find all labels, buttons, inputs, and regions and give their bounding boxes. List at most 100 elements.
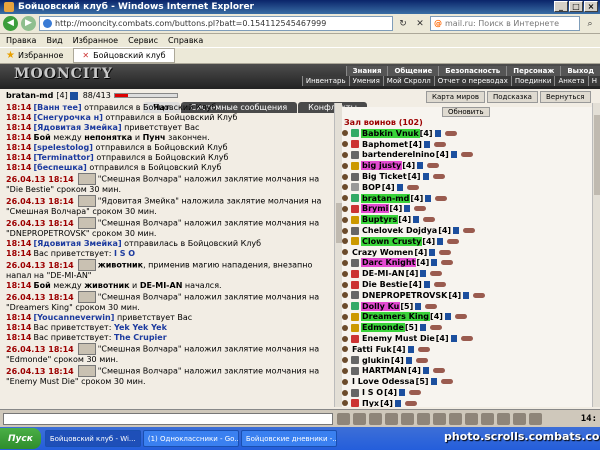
private-chat-icon[interactable] [342,324,348,331]
filter-icon[interactable] [385,412,398,425]
start-button[interactable]: Пуск [0,428,41,449]
private-chat-icon[interactable] [342,292,348,299]
chat-time[interactable]: 18:14 [6,103,31,112]
private-chat-icon[interactable] [342,141,348,148]
chat-nick[interactable]: [Ядовитая Змейка] [33,123,121,132]
user-name[interactable]: Big Ticket [361,172,408,181]
clan-emblem-icon[interactable] [351,161,359,170]
chat-time[interactable]: 18:14 [6,133,31,142]
nav-security[interactable]: Безопасность [438,66,507,76]
chat-time[interactable]: 18:14 [6,123,31,132]
smiles-icon[interactable] [369,412,382,425]
clan-emblem-icon[interactable] [351,150,359,159]
menu-favorites[interactable]: Избранное [73,36,118,45]
chat-scrollbar[interactable] [334,103,342,407]
chat-nick[interactable]: [Ядовитая Змейка] [33,239,121,248]
favorites-button[interactable]: ★ Избранное [0,50,69,61]
chat-nick[interactable]: [Youcanneverwin] [33,313,114,322]
chat-time[interactable]: 18:14 [6,249,31,258]
info-icon[interactable] [399,389,405,397]
users-scrollbar[interactable] [592,103,600,407]
close-button[interactable]: × [584,1,598,12]
nav-social[interactable]: Общение [387,66,439,76]
menu-edit[interactable]: Правка [6,36,36,45]
private-chat-icon[interactable] [342,270,348,277]
user-name[interactable]: Darc Knight [361,258,417,268]
maximize-button[interactable]: □ [569,1,583,12]
user-name[interactable]: Baphomet [361,140,409,149]
chat-nick[interactable]: DE-MI-AN [140,281,183,290]
heart-icon[interactable] [529,412,542,425]
player-name[interactable]: bratan-md [6,91,53,100]
info-icon[interactable] [437,237,444,245]
private-chat-icon[interactable] [342,335,348,342]
clan-emblem-icon[interactable] [351,388,359,397]
chat-time[interactable]: 18:14 [6,313,31,322]
user-name[interactable]: Brymi [361,204,390,214]
chat-input[interactable] [3,412,333,425]
clan-emblem-icon[interactable] [351,399,359,407]
subnav-transfers[interactable]: Отчет о переводах [433,76,511,86]
users-icon[interactable] [465,412,478,425]
info-icon[interactable] [417,162,424,170]
refresh-button[interactable]: Обновить [442,107,490,117]
private-chat-icon[interactable] [342,216,348,223]
user-name[interactable]: Babkin Vnuk [361,128,420,138]
search-input[interactable]: @ mail.ru: Поиск в Интернете [430,16,580,31]
browser-tab[interactable]: ✕ Бойцовский клуб [73,48,175,63]
info-icon[interactable] [425,194,432,202]
clan-emblem-icon[interactable] [351,129,359,138]
chat-nick[interactable]: Пунч [143,133,166,142]
settings-icon[interactable] [449,412,462,425]
chat-nick[interactable]: The Crupier [114,333,167,342]
subnav-fights[interactable]: Поединки [510,76,555,86]
clan-emblem-icon[interactable] [351,366,359,375]
subnav-more[interactable]: Н [587,76,600,86]
bag-icon[interactable] [497,412,510,425]
chat-nick[interactable]: Бой [33,133,50,142]
user-name[interactable]: I S O [361,388,384,397]
stop-icon[interactable]: ✕ [413,17,427,31]
clan-emblem-icon[interactable] [351,302,359,311]
clan-emblem-icon[interactable] [351,356,359,365]
search-icon[interactable]: ⌕ [583,17,597,31]
info-icon[interactable] [407,345,414,353]
user-name[interactable]: Crazy Women [351,248,414,257]
user-name[interactable]: DNEPROPETROVSK [361,291,448,300]
subnav-skills[interactable]: Умения [348,76,383,86]
send-icon[interactable] [337,412,350,425]
info-icon[interactable] [434,129,441,137]
info-icon[interactable] [420,270,427,278]
info-icon[interactable] [69,91,78,100]
info-icon[interactable] [419,324,426,332]
private-chat-icon[interactable] [342,130,348,137]
info-icon[interactable] [422,367,429,375]
info-icon[interactable] [453,227,460,235]
back-button[interactable]: ◀ [3,16,18,31]
clan-emblem-icon[interactable] [351,226,359,235]
world-map-button[interactable]: Карта миров [426,91,485,103]
chat-time[interactable]: 26.04.13 18:14 [6,175,74,184]
user-name[interactable]: bartenderelnino [361,150,436,159]
private-chat-icon[interactable] [342,313,348,320]
user-name[interactable]: bratan-md [361,193,411,203]
users-scroll-thumb[interactable] [594,115,600,195]
chat-time[interactable]: 26.04.13 18:14 [6,367,74,376]
translit-icon[interactable] [401,412,414,425]
private-chat-icon[interactable] [342,205,348,212]
private-chat-icon[interactable] [342,259,348,266]
subnav-inventory[interactable]: Инвентарь [301,76,349,86]
chat-time[interactable]: 26.04.13 18:14 [6,345,74,354]
chat-time[interactable]: 26.04.13 18:14 [6,261,74,270]
private-chat-icon[interactable] [342,378,348,385]
user-name[interactable]: Edmonde [361,323,405,333]
private-chat-icon[interactable] [342,184,348,191]
sound-icon[interactable] [433,412,446,425]
clan-emblem-icon[interactable] [351,269,359,278]
return-button[interactable]: Вернуться [539,91,591,103]
info-icon[interactable] [422,173,429,181]
user-name[interactable]: Chelovek Dojdya [361,226,438,235]
chat-time[interactable]: 18:14 [6,143,31,152]
info-icon[interactable] [463,291,470,299]
info-icon[interactable] [423,140,430,148]
